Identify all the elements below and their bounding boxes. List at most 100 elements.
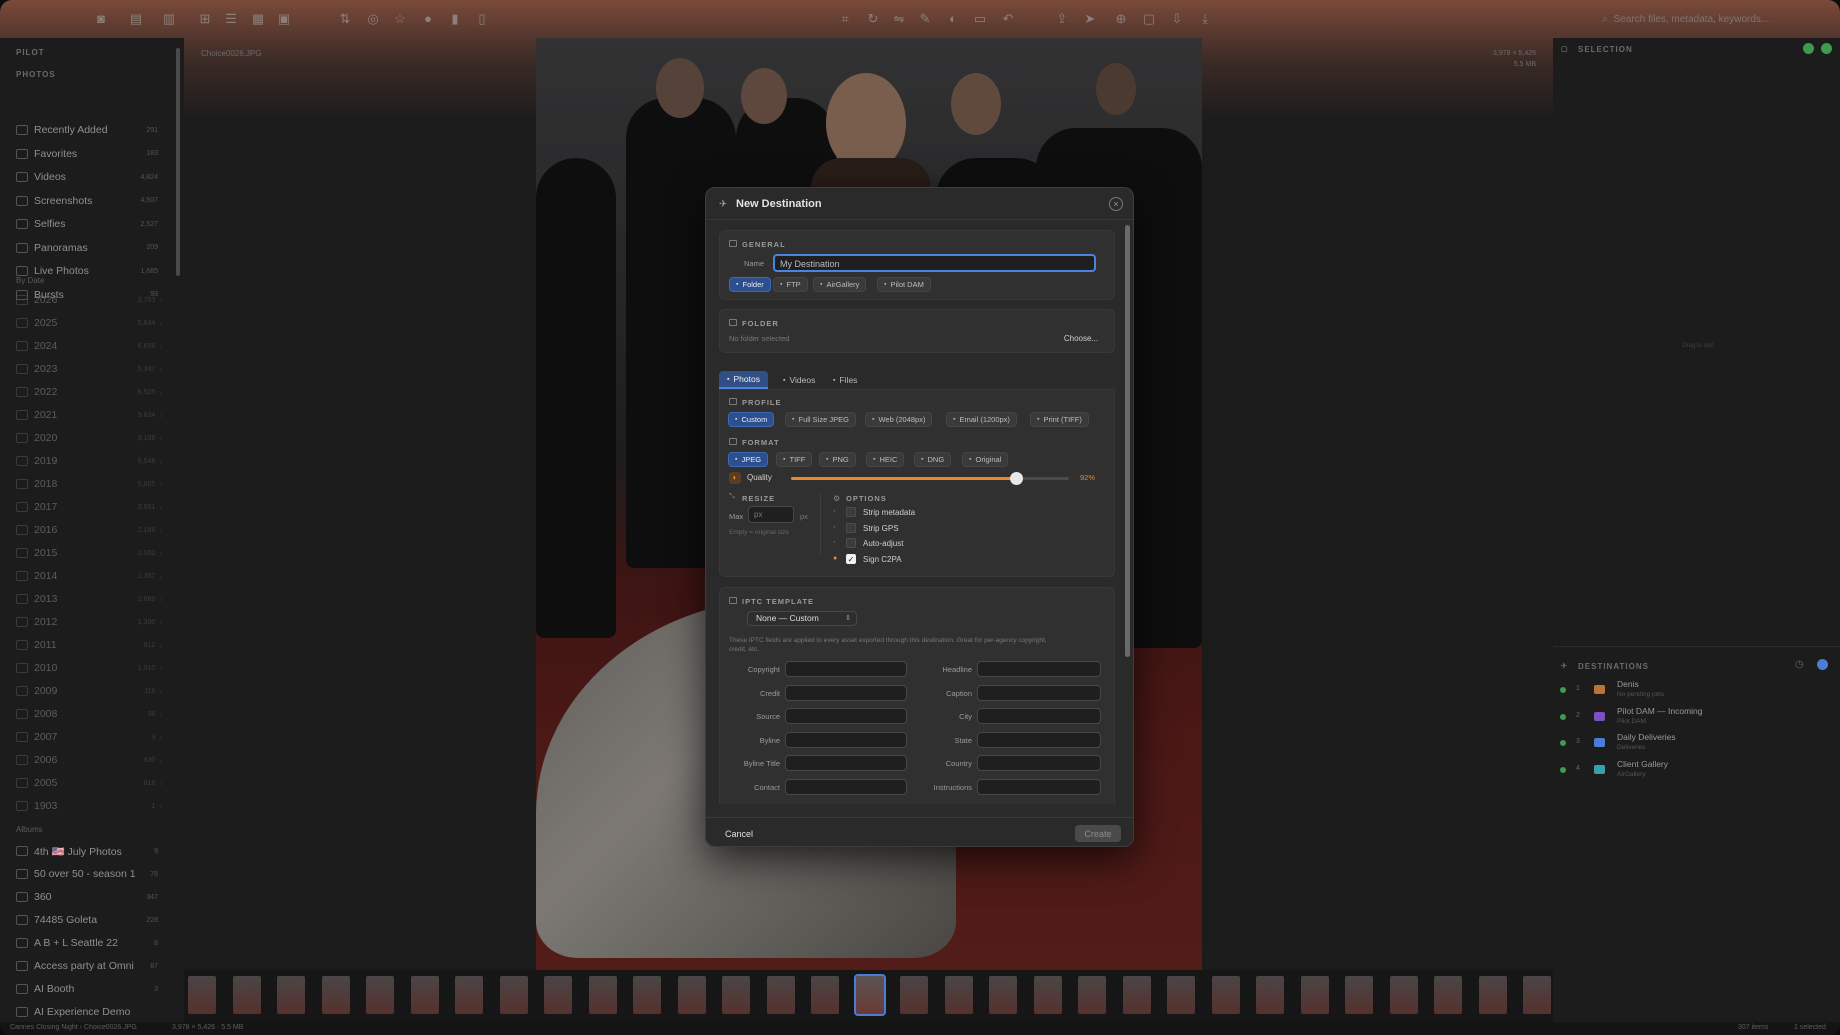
close-button[interactable]: × <box>1109 197 1123 211</box>
profile-email-1200px-button[interactable]: ▪ Email (1200px) <box>946 412 1017 427</box>
sidebar-year-2015[interactable]: 2015 2,050 › <box>16 543 162 563</box>
sidebar-album[interactable]: A B + L Seattle 22 8 <box>16 933 162 953</box>
sidebar-year-2014[interactable]: 2014 1,387 › <box>16 566 162 586</box>
person-tag-icon[interactable]: ▯ <box>473 11 491 27</box>
filmstrip-thumbnail[interactable] <box>1345 976 1373 1014</box>
option-checkbox-strip-gps[interactable] <box>846 522 856 533</box>
resize-max-input[interactable]: px <box>748 506 794 523</box>
filmstrip-thumbnail[interactable] <box>188 976 216 1014</box>
import-icon[interactable]: ▤ <box>127 11 145 27</box>
destination-item[interactable]: 3 Daily Deliveries Deliveries <box>1558 732 1818 756</box>
filmstrip-thumbnail[interactable] <box>766 976 795 1014</box>
download-icon[interactable]: ⤓ <box>1196 11 1214 27</box>
iptc-input-country[interactable] <box>977 755 1101 771</box>
filmstrip-thumbnail[interactable] <box>1300 976 1329 1014</box>
sidebar-year-2009[interactable]: 2009 116 › <box>16 681 162 701</box>
info-icon[interactable]: ▢ <box>1140 11 1158 27</box>
sidebar-year-2007[interactable]: 2007 3 › <box>16 727 162 747</box>
flip-icon[interactable]: ⇋ <box>890 11 908 27</box>
details-view-icon[interactable]: ▦ <box>249 11 267 27</box>
quality-slider[interactable] <box>791 472 1069 485</box>
filmstrip-thumbnail[interactable] <box>1211 976 1240 1014</box>
compare-icon[interactable]: ▭ <box>971 11 989 27</box>
iptc-input-instructions[interactable] <box>977 778 1101 795</box>
format-original-button[interactable]: ▪ Original <box>962 452 1009 467</box>
add-selection-button[interactable] <box>1803 43 1814 54</box>
sidebar-album[interactable]: 360 347 <box>16 887 162 907</box>
choose-folder-button[interactable]: Choose... <box>1056 330 1106 347</box>
filmstrip-thumbnail[interactable] <box>1167 976 1195 1014</box>
filmstrip-thumbnail[interactable] <box>410 976 439 1014</box>
iptc-input-state[interactable] <box>977 731 1101 748</box>
type-ftp-button[interactable]: ▪ FTP <box>773 277 808 292</box>
sidebar-scrollbar[interactable] <box>176 48 180 276</box>
sidebar-year-2020[interactable]: 2020 3,109 › <box>16 428 162 448</box>
filter-icon[interactable]: ◎ <box>364 11 382 27</box>
sidebar-year-2016[interactable]: 2016 2,166 › <box>16 520 162 540</box>
filmstrip-thumbnail[interactable] <box>722 976 750 1014</box>
search-field[interactable]: ⌕ Search files, metadata, keywords... <box>1602 11 1812 27</box>
adjust-icon[interactable]: ✎ <box>916 11 934 27</box>
iptc-input-caption[interactable] <box>977 684 1101 701</box>
star-icon[interactable]: ☆ <box>391 11 409 27</box>
filmstrip-thumbnail[interactable] <box>1523 976 1551 1014</box>
format-jpeg-button[interactable]: ▪ JPEG <box>728 452 769 467</box>
type-airgallery-button[interactable]: ▪ AirGallery <box>813 277 867 292</box>
tab-videos[interactable]: ▪ Videos <box>775 371 823 389</box>
type-pilot-dam-button[interactable]: ▪ Pilot DAM <box>877 277 931 292</box>
sidebar-year-2019[interactable]: 2019 6,548 › <box>16 451 162 471</box>
sidebar-year-2023[interactable]: 2023 5,347 › <box>16 359 162 379</box>
undo-icon[interactable]: ↶ <box>999 11 1017 27</box>
sidebar-year-2010[interactable]: 2010 1,010 › <box>16 658 162 678</box>
history-icon[interactable]: ◷ <box>1795 659 1804 670</box>
sidebar-year-1903[interactable]: 1903 1 › <box>16 796 162 816</box>
filmstrip-thumbnail[interactable] <box>499 976 528 1014</box>
filmstrip-thumbnail[interactable] <box>1078 976 1106 1014</box>
filmstrip-thumbnail[interactable] <box>1256 976 1284 1014</box>
option-checkbox-auto-adjust[interactable] <box>846 538 856 548</box>
filmstrip-thumbnail[interactable] <box>321 976 350 1014</box>
filter-effects-icon[interactable]: ◐ <box>944 11 962 27</box>
filmstrip-thumbnail[interactable] <box>277 976 305 1014</box>
sidebar-item-videos[interactable]: Videos 4,824 <box>16 167 162 187</box>
name-input[interactable]: My Destination <box>773 254 1096 272</box>
sort-icon[interactable]: ⇅ <box>336 11 354 27</box>
filmstrip-thumbnail[interactable] <box>366 976 394 1014</box>
format-heic-button[interactable]: ▪ HEIC <box>866 452 905 467</box>
format-png-button[interactable]: ▪ PNG <box>819 452 856 467</box>
sidebar-year-2013[interactable]: 2013 2,660 › <box>16 589 162 609</box>
iptc-input-headline[interactable] <box>977 661 1101 677</box>
sidebar-year-2025[interactable]: 2025 5,644 › <box>16 313 162 333</box>
sidebar-album[interactable]: Access party at Omni 87 <box>16 956 162 976</box>
sidebar-album[interactable]: AI Experience Demo <box>16 1002 162 1022</box>
filmstrip-thumbnail[interactable] <box>811 976 839 1014</box>
zoom-icon[interactable]: ⊕ <box>1112 11 1130 27</box>
sidebar-item-screenshots[interactable]: Screenshots 4,507 <box>16 191 162 211</box>
lock-icon[interactable]: ▮ <box>446 11 464 27</box>
sidebar-year-2005[interactable]: 2005 816 › <box>16 773 162 793</box>
add-destination-button[interactable] <box>1817 659 1828 670</box>
cancel-button[interactable]: Cancel <box>720 825 758 842</box>
single-view-icon[interactable]: ▣ <box>275 11 293 27</box>
destination-item[interactable]: 1 Denis No pending jobs <box>1558 679 1818 703</box>
sidebar-toggle-icon[interactable]: ▥ <box>160 11 178 27</box>
filmstrip-thumbnail[interactable] <box>1389 976 1418 1014</box>
sidebar-album[interactable]: 50 over 50 - season 1 76 <box>16 864 162 884</box>
share-icon[interactable]: ⇪ <box>1053 11 1071 27</box>
filmstrip-thumbnail[interactable] <box>588 976 617 1014</box>
sidebar-item-recently-added[interactable]: Recently Added 291 <box>16 120 162 140</box>
profile-custom-button[interactable]: ▪ Custom <box>728 412 775 427</box>
sidebar-year-2018[interactable]: 2018 5,805 › <box>16 474 162 494</box>
iptc-template-select[interactable]: None — Custom ⇕ <box>747 611 857 626</box>
filmstrip-thumbnail[interactable] <box>1122 976 1151 1014</box>
filmstrip-thumbnail[interactable] <box>900 976 928 1014</box>
sidebar-album[interactable]: AI Booth 3 <box>16 979 162 999</box>
sidebar-year-2006[interactable]: 2006 830 › <box>16 750 162 770</box>
quality-slider-handle[interactable] <box>1010 472 1023 485</box>
filmstrip-thumbnail[interactable] <box>677 976 706 1014</box>
sidebar-item-panoramas[interactable]: Panoramas 209 <box>16 238 162 258</box>
filmstrip-thumbnail[interactable] <box>853 974 886 1016</box>
dialog-scrollbar[interactable] <box>1125 225 1130 657</box>
destination-item[interactable]: 4 Client Gallery AirGallery <box>1558 759 1818 783</box>
list-view-icon[interactable]: ☰ <box>222 11 240 27</box>
